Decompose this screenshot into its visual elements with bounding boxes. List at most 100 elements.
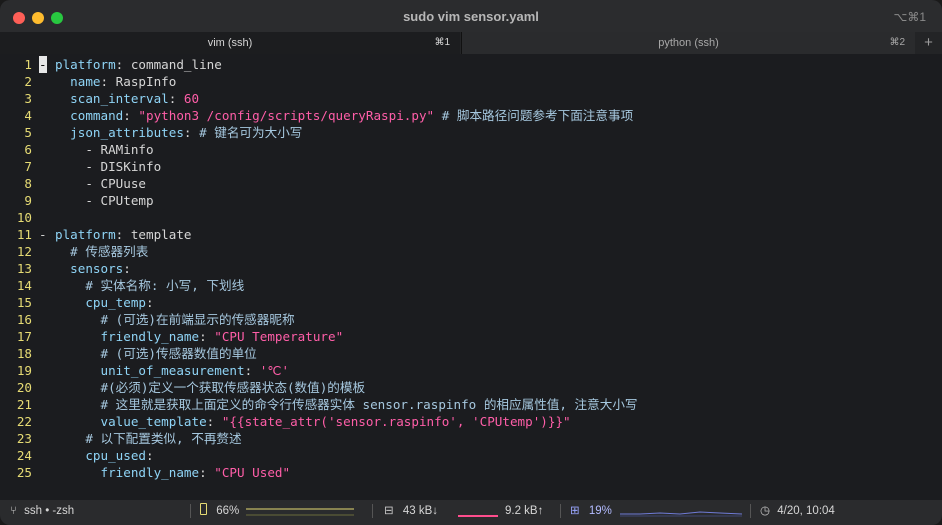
clock-icon: ◷ [760,505,771,517]
line-number: 3 [24,91,32,106]
cpu-sparkline [620,511,743,517]
window-shortcut: ⌥⌘1 [893,10,926,24]
code-line[interactable]: 21 # 这里就是获取上面定义的命令行传感器实体 sensor.raspinfo… [0,396,942,413]
line-number: 5 [24,125,32,140]
code-line[interactable]: 16 # (可选)在前端显示的传感器昵称 [0,311,942,328]
code-text: friendly_name: "CPU Used" [55,464,291,481]
code-token: friendly_name [100,465,200,480]
network-up: 9.2 kB↑ [505,505,544,517]
code-text: - CPUtemp [55,192,153,209]
code-line[interactable]: 25 friendly_name: "CPU Used" [0,464,942,481]
code-line[interactable]: 18 # (可选)传感器数值的单位 [0,345,942,362]
code-token: : [123,108,139,123]
line-number: 2 [24,74,32,89]
code-token: # 键名可为大小写 [199,125,303,140]
code-text: # (可选)传感器数值的单位 [55,345,256,362]
code-line[interactable]: 13 sensors: [0,260,942,277]
window-title: sudo vim sensor.yaml [403,9,539,24]
code-line[interactable]: 9 - CPUtemp [0,192,942,209]
code-token: # 脚本路径问题参考下面注意事项 [434,108,634,123]
code-line[interactable]: 5 json_attributes: # 键名可为大小写 [0,124,942,141]
code-token: : [146,295,154,310]
clock-status: ◷ 4/20, 10:04 [760,500,835,522]
line-number: 10 [16,210,32,225]
code-token: cpu_temp [85,295,147,310]
tab-python-ssh[interactable]: python (ssh) ⌘2 [461,32,915,54]
code-text: command: "python3 /config/scripts/queryR… [55,107,633,124]
code-token: : [183,125,200,140]
code-token: : [123,261,131,276]
code-line[interactable]: 22 value_template: "{{state_attr('sensor… [0,413,942,430]
network-status: ⊟ 43 kB↓ [384,500,438,522]
code-token: : command_line [115,57,222,72]
line-number: 22 [16,414,32,429]
code-token: json_attributes [70,125,184,140]
line-number: 9 [24,193,32,208]
code-token: : RaspInfo [100,74,177,89]
line-number: 21 [16,397,32,412]
code-line[interactable]: 6 - RAMinfo [0,141,942,158]
code-line[interactable]: 15 cpu_temp: [0,294,942,311]
code-line[interactable]: 1- platform: command_line [0,56,942,73]
status-bar: ⑂ ssh • -zsh 66% ⊟ 43 kB↓ 9.2 kB↑ ⊞ 19% [0,500,942,525]
code-token: : [206,414,222,429]
line-number: 12 [16,244,32,259]
code-line[interactable]: 11- platform: template [0,226,942,243]
code-token: "python3 /config/scripts/queryRaspi.py" [138,108,435,123]
code-line[interactable]: 4 command: "python3 /config/scripts/quer… [0,107,942,124]
code-line[interactable]: 20 #(必须)定义一个获取传感器状态(数值)的模板 [0,379,942,396]
code-token: # 传感器列表 [55,244,149,259]
line-number: 6 [24,142,32,157]
code-line[interactable]: 24 cpu_used: [0,447,942,464]
code-text: cpu_temp: [55,294,154,311]
line-number: 20 [16,380,32,395]
line-number: 25 [16,465,32,480]
code-line[interactable]: 19 unit_of_measurement: '℃' [0,362,942,379]
tab-shortcut: ⌘1 [434,37,450,48]
line-number: 17 [16,329,32,344]
line-number: 24 [16,448,32,463]
code-token: # (可选)在前端显示的传感器昵称 [55,312,295,327]
divider [190,504,191,518]
tab-vim-ssh[interactable]: vim (ssh) ⌘1 [0,32,460,54]
code-token: # 实体名称: 小写, 下划线 [55,278,245,293]
code-text: friendly_name: "CPU Temperature" [55,328,344,345]
code-text: #(必须)定义一个获取传感器状态(数值)的模板 [55,379,365,396]
code-line[interactable]: 23 # 以下配置类似, 不再赘述 [0,430,942,447]
code-text: cpu_used: [55,447,153,464]
code-line[interactable]: 12 # 传感器列表 [0,243,942,260]
code-token: unit_of_measurement [100,363,245,378]
code-token: scan_interval [70,91,169,106]
code-line[interactable]: 2 name: RaspInfo [0,73,942,90]
code-token: : [199,329,215,344]
code-token: : template [115,227,192,242]
code-token: command [70,108,124,123]
code-token: : [244,363,260,378]
code-line[interactable]: 7 - DISKinfo [0,158,942,175]
code-text: # (可选)在前端显示的传感器昵称 [55,311,295,328]
code-token: "CPU Temperature" [214,329,344,344]
code-line[interactable]: 17 friendly_name: "CPU Temperature" [0,328,942,345]
code-line[interactable]: 14 # 实体名称: 小写, 下划线 [0,277,942,294]
code-line[interactable]: 3 scan_interval: 60 [0,90,942,107]
code-line[interactable]: 8 - CPUuse [0,175,942,192]
code-text: value_template: "{{state_attr('sensor.ra… [55,413,571,430]
code-text: - CPUuse [55,175,146,192]
vim-editor[interactable]: 1- platform: command_line 2 name: RaspInfo… [0,56,942,500]
cpu-percent: 19% [588,505,612,517]
code-token: 60 [183,91,200,106]
line-number: 15 [16,295,32,310]
new-tab-button[interactable]: + [915,32,942,54]
code-token: # 以下配置类似, 不再赘述 [55,431,242,446]
code-line[interactable]: 10 [0,209,942,226]
code-token: : [199,465,215,480]
cursor: - [39,56,47,73]
code-text: json_attributes: # 键名可为大小写 [55,124,302,141]
code-token: friendly_name [100,329,200,344]
